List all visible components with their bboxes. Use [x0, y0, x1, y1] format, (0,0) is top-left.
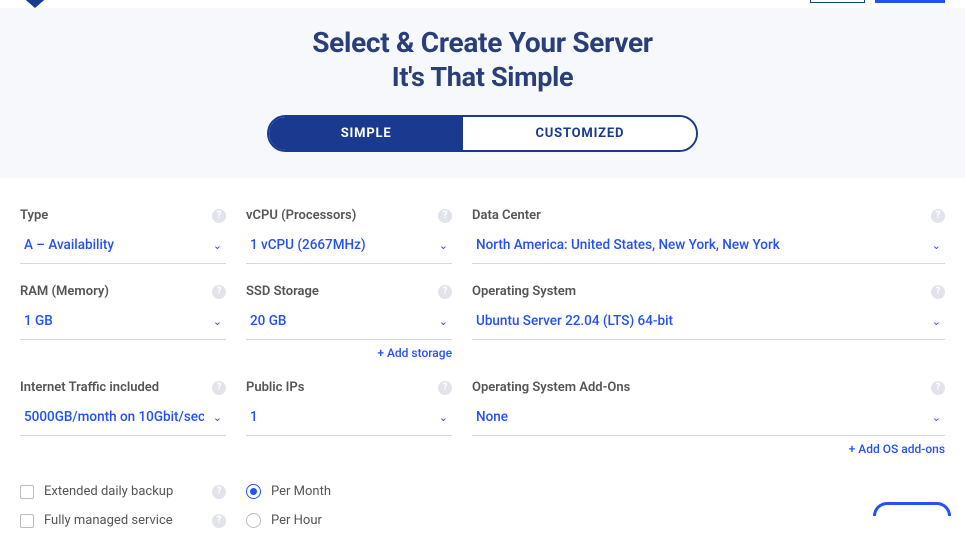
type-value: A – Availability: [24, 237, 114, 253]
chevron-down-icon: ⌄: [932, 315, 941, 328]
vcpu-label: vCPU (Processors): [246, 208, 356, 223]
help-icon[interactable]: ?: [212, 381, 226, 395]
os-label: Operating System: [472, 284, 576, 299]
addons-select[interactable]: None ⌄: [472, 403, 945, 436]
add-os-addons-link[interactable]: + Add OS add-ons: [472, 442, 945, 456]
radio-icon: [246, 513, 261, 528]
billing-hour-radio[interactable]: Per Hour: [246, 513, 452, 528]
ram-select[interactable]: 1 GB ⌄: [20, 307, 226, 340]
traffic-value: 5000GB/month on 10Gbit/sec p: [24, 409, 204, 425]
help-icon[interactable]: ?: [931, 209, 945, 223]
help-icon[interactable]: ?: [931, 285, 945, 299]
chevron-down-icon: ⌄: [213, 239, 222, 252]
managed-checkbox[interactable]: [20, 514, 34, 528]
help-icon[interactable]: ?: [212, 209, 226, 223]
os-select[interactable]: Ubuntu Server 22.04 (LTS) 64-bit ⌄: [472, 307, 945, 340]
hero-section: Select & Create Your Server It's That Si…: [0, 8, 965, 178]
ssd-value: 20 GB: [250, 313, 286, 329]
chevron-down-icon: ⌄: [439, 411, 448, 424]
ssd-label: SSD Storage: [246, 284, 319, 299]
help-icon[interactable]: ?: [212, 514, 226, 528]
mode-toggle: SIMPLE CUSTOMIZED: [267, 115, 698, 152]
nav-login-button[interactable]: [810, 0, 865, 3]
floating-action-button[interactable]: [873, 502, 951, 516]
billing-hour-label: Per Hour: [271, 513, 322, 528]
ips-select[interactable]: 1 ⌄: [246, 403, 452, 436]
managed-label: Fully managed service: [44, 513, 173, 528]
type-select[interactable]: A – Availability ⌄: [20, 231, 226, 264]
billing-month-radio[interactable]: Per Month: [246, 484, 452, 499]
datacenter-value: North America: United States, New York, …: [476, 237, 780, 253]
chevron-down-icon: ⌄: [439, 315, 448, 328]
addons-label: Operating System Add-Ons: [472, 380, 630, 395]
billing-month-label: Per Month: [271, 484, 331, 499]
add-storage-link[interactable]: + Add storage: [246, 346, 452, 360]
type-label: Type: [20, 208, 48, 223]
addons-value: None: [476, 409, 508, 425]
nav-signup-button[interactable]: [875, 0, 945, 3]
logo: [20, 0, 50, 10]
backup-checkbox[interactable]: [20, 485, 34, 499]
ips-value: 1: [250, 409, 258, 425]
backup-label: Extended daily backup: [44, 484, 173, 499]
help-icon[interactable]: ?: [931, 381, 945, 395]
chevron-down-icon: ⌄: [439, 239, 448, 252]
ram-value: 1 GB: [24, 313, 53, 329]
ram-label: RAM (Memory): [20, 284, 109, 299]
datacenter-label: Data Center: [472, 208, 541, 223]
help-icon[interactable]: ?: [212, 285, 226, 299]
chevron-down-icon: ⌄: [932, 411, 941, 424]
vcpu-value: 1 vCPU (2667MHz): [250, 237, 366, 253]
tab-simple[interactable]: SIMPLE: [269, 117, 464, 150]
page-title-line2: It's That Simple: [0, 61, 965, 93]
chevron-down-icon: ⌄: [213, 411, 222, 424]
os-value: Ubuntu Server 22.04 (LTS) 64-bit: [476, 313, 673, 329]
vcpu-select[interactable]: 1 vCPU (2667MHz) ⌄: [246, 231, 452, 264]
ips-label: Public IPs: [246, 380, 304, 395]
radio-icon: [246, 484, 261, 499]
help-icon[interactable]: ?: [438, 381, 452, 395]
help-icon[interactable]: ?: [438, 285, 452, 299]
help-icon[interactable]: ?: [438, 209, 452, 223]
chevron-down-icon: ⌄: [932, 239, 941, 252]
traffic-select[interactable]: 5000GB/month on 10Gbit/sec p ⌄: [20, 403, 226, 436]
ssd-select[interactable]: 20 GB ⌄: [246, 307, 452, 340]
traffic-label: Internet Traffic included: [20, 380, 159, 395]
tab-customized[interactable]: CUSTOMIZED: [463, 117, 696, 150]
page-title-line1: Select & Create Your Server: [0, 26, 965, 59]
help-icon[interactable]: ?: [212, 485, 226, 499]
chevron-down-icon: ⌄: [213, 315, 222, 328]
datacenter-select[interactable]: North America: United States, New York, …: [472, 231, 945, 264]
